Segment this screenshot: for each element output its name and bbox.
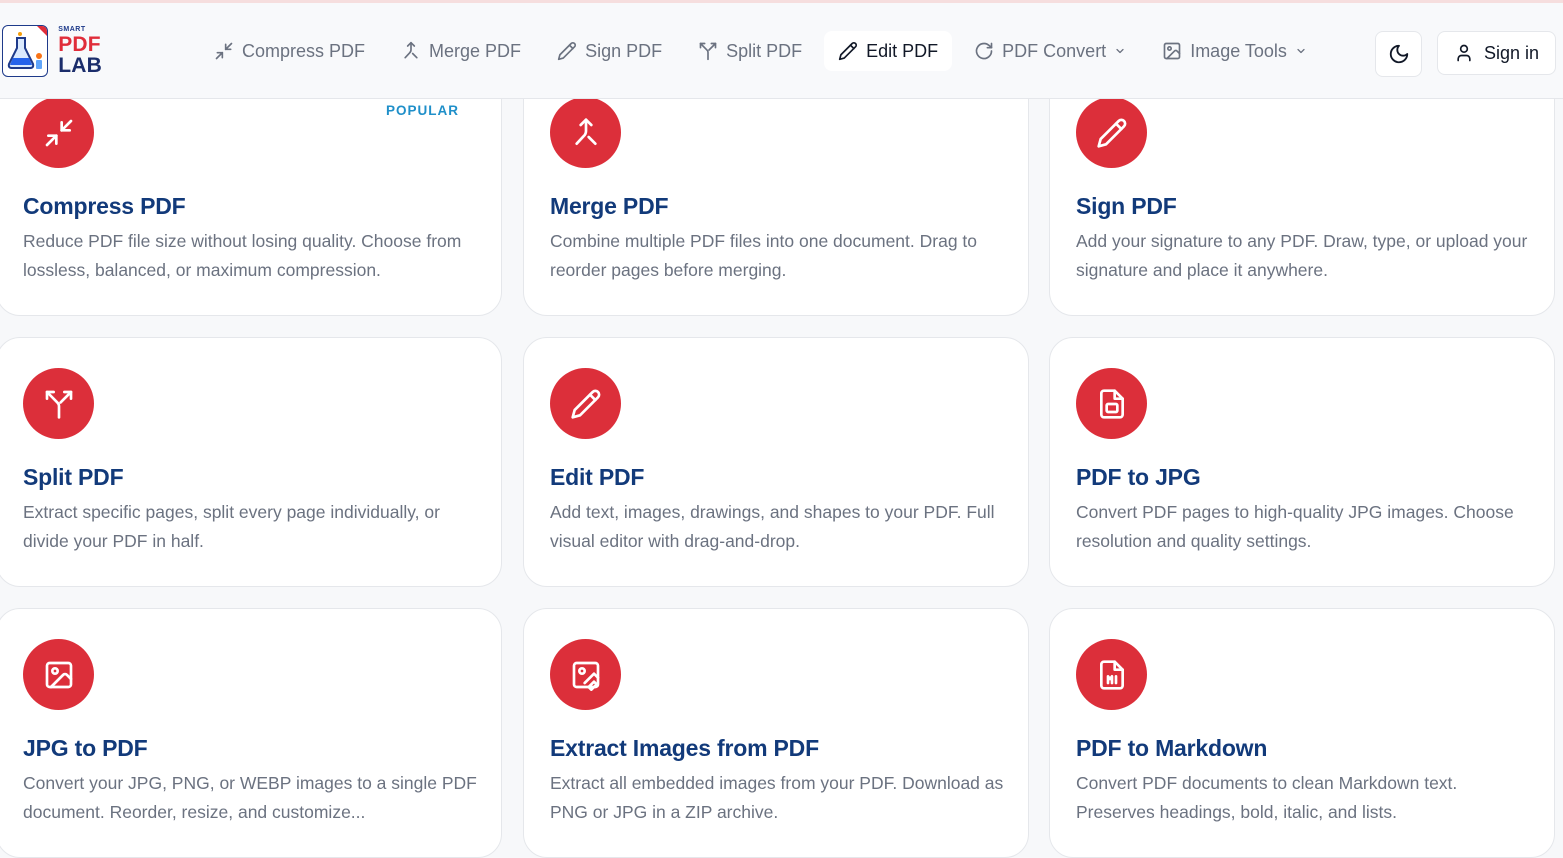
card-description: Add your signature to any PDF. Draw, typ… — [1076, 231, 1528, 280]
nav-label: Image Tools — [1190, 40, 1287, 61]
nav-image-tools[interactable]: Image Tools — [1148, 31, 1321, 71]
card-title: PDF to Markdown — [1076, 735, 1268, 761]
nav-label: PDF Convert — [1002, 40, 1107, 61]
pencil-icon — [550, 368, 621, 439]
sign-in-button[interactable]: Sign in — [1437, 31, 1556, 75]
file-image-icon — [1076, 368, 1147, 439]
card-title: JPG to PDF — [23, 735, 148, 761]
card-title: PDF to JPG — [1076, 464, 1201, 490]
brand-pdf-text: PDF — [58, 33, 101, 56]
card-title: Compress PDF — [23, 193, 186, 219]
file-markdown-icon — [1076, 639, 1147, 710]
nav-compress-pdf[interactable]: Compress PDF — [200, 31, 379, 71]
nav-label: Edit PDF — [866, 40, 939, 61]
main-nav: Compress PDF Merge PDF Sign PDF Split PD… — [200, 31, 1329, 71]
nav-merge-pdf[interactable]: Merge PDF — [387, 31, 535, 71]
tool-card-extract-images[interactable]: Extract Images from PDF Extract all embe… — [523, 608, 1029, 858]
card-title: Sign PDF — [1076, 193, 1177, 219]
card-description: Combine multiple PDF files into one docu… — [550, 231, 978, 280]
image-icon — [23, 639, 94, 710]
split-icon — [699, 42, 717, 61]
tool-card-pdf-to-jpg[interactable]: PDF to JPG Convert PDF pages to high-qua… — [1049, 337, 1555, 587]
card-description: Extract specific pages, split every page… — [23, 502, 440, 551]
image-edit-icon — [550, 639, 621, 710]
nav-sign-pdf[interactable]: Sign PDF — [543, 31, 676, 71]
pen-icon — [1076, 97, 1147, 168]
nav-label: Split PDF — [726, 40, 803, 61]
nav-label: Merge PDF — [429, 40, 522, 61]
pencil-icon — [838, 42, 858, 61]
brand-lab-text: LAB — [58, 54, 102, 77]
top-navbar: SMART PDF LAB Compress PDF Merge PDF Sig… — [0, 3, 1563, 99]
merge-icon — [404, 41, 418, 59]
theme-toggle-button[interactable] — [1375, 31, 1422, 77]
tool-card-compress[interactable]: POPULAR Compress PDF Reduce PDF file siz… — [0, 66, 502, 316]
nav-label: Sign PDF — [585, 40, 663, 61]
card-title: Merge PDF — [550, 193, 669, 219]
card-title: Edit PDF — [550, 464, 645, 490]
nav-label: Compress PDF — [242, 40, 366, 61]
card-title: Extract Images from PDF — [550, 735, 819, 761]
sign-in-label: Sign in — [1483, 42, 1540, 63]
card-description: Convert PDF documents to clean Markdown … — [1076, 773, 1458, 822]
tool-card-pdf-to-markdown[interactable]: PDF to Markdown Convert PDF documents to… — [1049, 608, 1555, 858]
user-icon — [1457, 44, 1471, 62]
card-description: Add text, images, drawings, and shapes t… — [550, 502, 995, 551]
nav-pdf-convert[interactable]: PDF Convert — [960, 31, 1140, 71]
flask-logo-icon — [2, 25, 49, 77]
tool-card-jpg-to-pdf[interactable]: JPG to PDF Convert your JPG, PNG, or WEB… — [0, 608, 502, 858]
nav-split-pdf[interactable]: Split PDF — [684, 31, 816, 71]
compress-icon — [215, 42, 233, 60]
card-description: Convert your JPG, PNG, or WEBP images to… — [23, 773, 477, 822]
compress-icon — [23, 97, 94, 168]
pen-icon — [557, 42, 577, 61]
split-icon — [23, 368, 94, 439]
card-description: Extract all embedded images from your PD… — [550, 773, 1004, 822]
image-icon — [1163, 42, 1181, 60]
tool-card-split[interactable]: Split PDF Extract specific pages, split … — [0, 337, 502, 587]
moon-icon — [1389, 44, 1408, 64]
chevron-down-icon — [1297, 48, 1305, 54]
nav-edit-pdf[interactable]: Edit PDF — [824, 31, 953, 71]
tool-card-edit[interactable]: Edit PDF Add text, images, drawings, and… — [523, 337, 1029, 587]
card-description: Convert PDF pages to high-quality JPG im… — [1076, 502, 1514, 551]
brand-small-text: SMART — [58, 26, 86, 33]
tool-card-sign[interactable]: Sign PDF Add your signature to any PDF. … — [1049, 66, 1555, 316]
card-title: Split PDF — [23, 464, 124, 490]
chevron-down-icon — [1116, 48, 1124, 54]
popular-badge: POPULAR — [385, 103, 459, 118]
refresh-icon — [975, 42, 993, 60]
merge-icon — [550, 97, 621, 168]
tool-card-merge[interactable]: Merge PDF Combine multiple PDF files int… — [523, 66, 1029, 316]
brand-logo[interactable]: SMART PDF LAB — [2, 24, 147, 78]
card-description: Reduce PDF file size without losing qual… — [23, 231, 462, 280]
